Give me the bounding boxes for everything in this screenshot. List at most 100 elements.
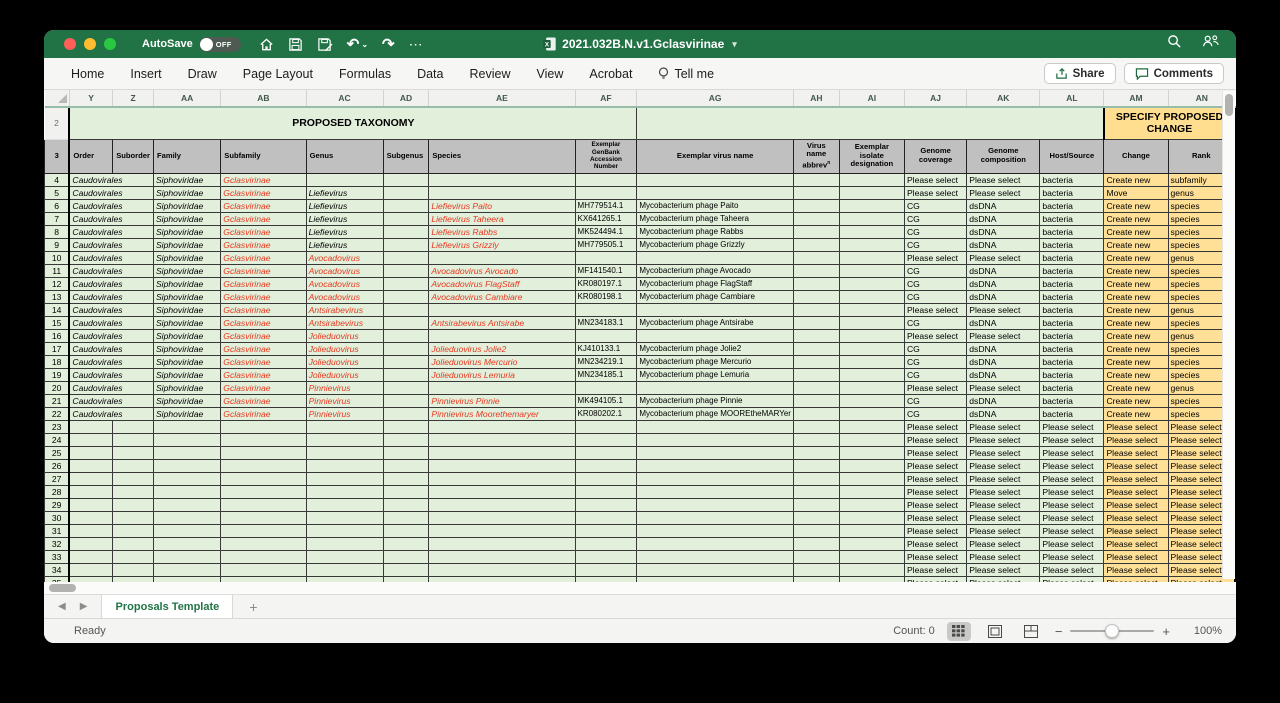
cell-change[interactable]: Create new <box>1104 199 1168 212</box>
cell-family[interactable] <box>153 511 220 524</box>
cell-order[interactable]: Caudovirales <box>69 394 153 407</box>
cell-species[interactable] <box>429 472 575 485</box>
cell-host[interactable]: Please select <box>1040 472 1104 485</box>
cell-family[interactable] <box>153 472 220 485</box>
cell-subgenus[interactable] <box>383 381 429 394</box>
home-icon[interactable] <box>259 37 274 52</box>
cell-subgenus[interactable] <box>383 511 429 524</box>
cell-isolate[interactable] <box>839 238 904 251</box>
cell-species[interactable] <box>429 173 575 186</box>
cell-virus_name[interactable]: Mycobacterium phage Pinnie <box>637 394 794 407</box>
cell-virus_name[interactable] <box>637 498 794 511</box>
cell-composition[interactable]: dsDNA <box>967 368 1040 381</box>
cell-species[interactable]: Liefievirus Grizzly <box>429 238 575 251</box>
redo-icon[interactable]: ↷ <box>382 35 395 53</box>
cell-isolate[interactable] <box>839 407 904 420</box>
cell-genus[interactable] <box>306 563 383 576</box>
row-header-4[interactable]: 4 <box>45 173 70 186</box>
cell-abbrev[interactable] <box>793 472 839 485</box>
cell-family[interactable]: Siphoviridae <box>153 264 220 277</box>
cell-coverage[interactable]: CG <box>904 264 966 277</box>
cell-accession[interactable] <box>575 498 637 511</box>
cell-family[interactable]: Siphoviridae <box>153 225 220 238</box>
cell-subgenus[interactable] <box>383 550 429 563</box>
cell-subfamily[interactable]: Gclasvirinae <box>221 381 306 394</box>
cell-genus[interactable] <box>306 485 383 498</box>
cell-order[interactable] <box>69 511 112 524</box>
cell-subfamily[interactable]: Gclasvirinae <box>221 251 306 264</box>
cell-change[interactable]: Please select <box>1104 524 1168 537</box>
cell-virus_name[interactable] <box>637 472 794 485</box>
cell-abbrev[interactable] <box>793 355 839 368</box>
cell-order[interactable]: Caudovirales <box>69 290 153 303</box>
cell-coverage[interactable]: CG <box>904 199 966 212</box>
cell-composition[interactable]: Please select <box>967 472 1040 485</box>
cell-isolate[interactable] <box>839 199 904 212</box>
cell-coverage[interactable]: Please select <box>904 498 966 511</box>
cell-accession[interactable]: MK524494.1 <box>575 225 637 238</box>
cell-species[interactable] <box>429 329 575 342</box>
cell-subgenus[interactable] <box>383 303 429 316</box>
cell-subgenus[interactable] <box>383 433 429 446</box>
cell-order[interactable]: Caudovirales <box>69 186 153 199</box>
cell-genus[interactable]: Avocadovirus <box>306 251 383 264</box>
cell-composition[interactable]: Please select <box>967 459 1040 472</box>
cell-genus[interactable]: Antsirabevirus <box>306 303 383 316</box>
cell-species[interactable] <box>429 537 575 550</box>
cell-virus_name[interactable] <box>637 537 794 550</box>
cell-subgenus[interactable] <box>383 446 429 459</box>
cell-composition[interactable]: dsDNA <box>967 394 1040 407</box>
cell-change[interactable]: Create new <box>1104 303 1168 316</box>
cell-accession[interactable] <box>575 459 637 472</box>
cell-abbrev[interactable] <box>793 407 839 420</box>
ribbon-tab-acrobat[interactable]: Acrobat <box>576 67 645 81</box>
cell-subfamily[interactable] <box>221 459 306 472</box>
cell-family[interactable]: Siphoviridae <box>153 407 220 420</box>
cell-accession[interactable] <box>575 550 637 563</box>
cell-genus[interactable]: Jolieduovirus <box>306 329 383 342</box>
cell-genus[interactable]: Pinnievirus <box>306 381 383 394</box>
cell-virus_name[interactable] <box>637 459 794 472</box>
cell-species[interactable]: Liefievirus Rabbs <box>429 225 575 238</box>
cell-species[interactable]: Jolieduovirus Lemuria <box>429 368 575 381</box>
share-button[interactable]: Share <box>1044 63 1116 84</box>
cell-abbrev[interactable] <box>793 316 839 329</box>
cell-family[interactable]: Siphoviridae <box>153 251 220 264</box>
cell-composition[interactable]: Please select <box>967 381 1040 394</box>
cell-coverage[interactable]: Please select <box>904 173 966 186</box>
cell-coverage[interactable]: Please select <box>904 433 966 446</box>
cell-isolate[interactable] <box>839 485 904 498</box>
cell-virus_name[interactable] <box>637 329 794 342</box>
cell-change[interactable]: Create new <box>1104 238 1168 251</box>
cell-abbrev[interactable] <box>793 485 839 498</box>
cell-suborder[interactable] <box>113 459 154 472</box>
cell-subfamily[interactable]: Gclasvirinae <box>221 264 306 277</box>
horizontal-scrollbar[interactable] <box>44 582 1236 594</box>
cell-coverage[interactable]: CG <box>904 407 966 420</box>
cell-species[interactable]: Jolieduovirus Jolie2 <box>429 342 575 355</box>
cell-isolate[interactable] <box>839 537 904 550</box>
cell-isolate[interactable] <box>839 446 904 459</box>
zoom-in-button[interactable]: + <box>1162 624 1170 639</box>
cell-composition[interactable]: Please select <box>967 420 1040 433</box>
cell-coverage[interactable]: Please select <box>904 524 966 537</box>
cell-subfamily[interactable]: Gclasvirinae <box>221 355 306 368</box>
cell-composition[interactable]: Please select <box>967 485 1040 498</box>
normal-view-button[interactable] <box>947 622 971 641</box>
cell-host[interactable]: bacteria <box>1040 264 1104 277</box>
cell-genus[interactable] <box>306 433 383 446</box>
cell-suborder[interactable] <box>113 446 154 459</box>
cell-subgenus[interactable] <box>383 407 429 420</box>
cell-species[interactable] <box>429 550 575 563</box>
cell-subfamily[interactable]: Gclasvirinae <box>221 368 306 381</box>
row-header-32[interactable]: 32 <box>45 537 70 550</box>
horizontal-scrollbar-thumb[interactable] <box>49 584 76 592</box>
cell-composition[interactable]: Please select <box>967 498 1040 511</box>
sheet-tab-proposals-template[interactable]: Proposals Template <box>101 595 233 618</box>
cell-accession[interactable] <box>575 303 637 316</box>
cell-coverage[interactable]: Please select <box>904 563 966 576</box>
cell-change[interactable]: Please select <box>1104 537 1168 550</box>
cell-isolate[interactable] <box>839 173 904 186</box>
cell-isolate[interactable] <box>839 511 904 524</box>
cell-virus_name[interactable]: Mycobacterium phage Jolie2 <box>637 342 794 355</box>
